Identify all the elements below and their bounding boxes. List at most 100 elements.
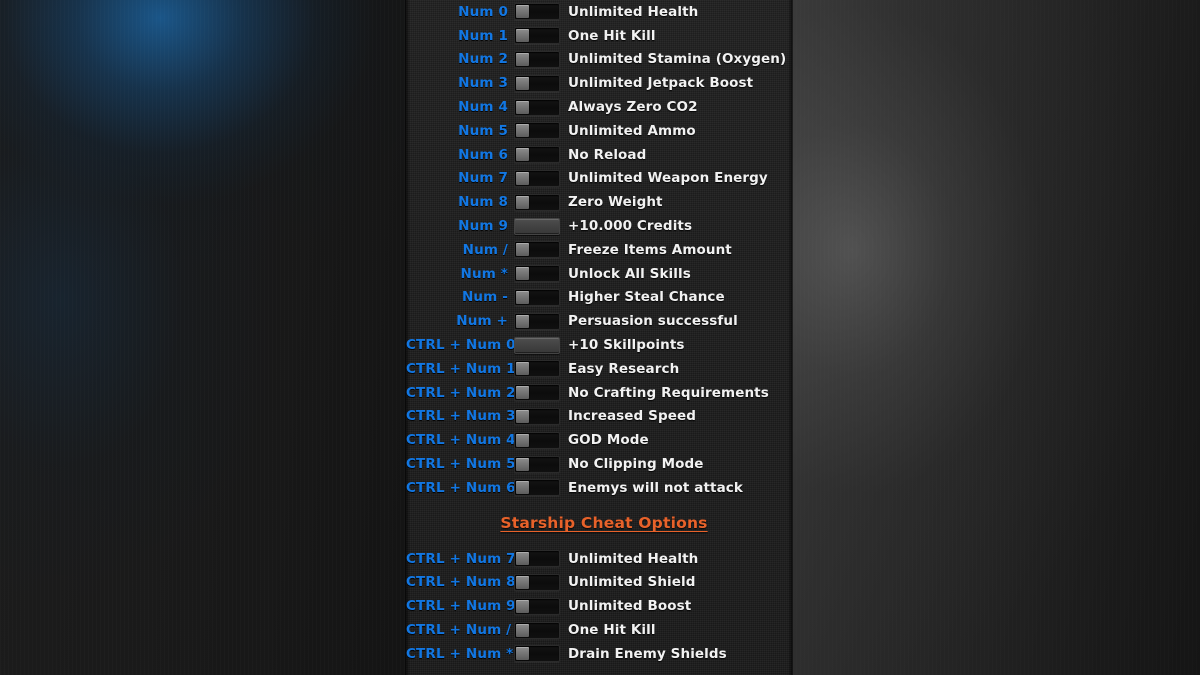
toggle-switch[interactable] (514, 312, 560, 330)
cheat-label: Persuasion successful (568, 313, 738, 330)
hotkey-label: CTRL + Num 8 (406, 574, 516, 591)
cheat-row[interactable]: Num 3 Unlimited Jetpack Boost (406, 71, 792, 95)
toggle-switch[interactable] (514, 288, 560, 306)
hotkey-label: Num * (460, 265, 508, 282)
cheat-control-slot (514, 288, 560, 306)
toggle-switch[interactable] (514, 265, 560, 283)
hotkey-label: CTRL + Num 5 (406, 456, 516, 473)
cheat-label: Enemys will not attack (568, 479, 743, 496)
cheat-label: No Reload (568, 146, 647, 163)
cheat-label: +10 Skillpoints (568, 337, 685, 354)
toggle-switch[interactable] (514, 98, 560, 116)
toggle-switch[interactable] (514, 360, 560, 378)
hotkey-label: Num 4 (458, 99, 508, 116)
toggle-switch[interactable] (514, 597, 560, 615)
cheat-row[interactable]: Num 2 Unlimited Stamina (Oxygen) (406, 48, 792, 72)
cheat-label: Unlimited Ammo (568, 122, 696, 139)
toggle-switch[interactable] (514, 50, 560, 68)
cheat-label: One Hit Kill (568, 27, 656, 44)
toggle-switch[interactable] (514, 431, 560, 449)
cheat-row[interactable]: Num 0 Unlimited Health (406, 0, 792, 24)
cheat-control-slot (514, 193, 560, 211)
hotkey-label: CTRL + Num 6 (406, 479, 516, 496)
cheat-control-slot (514, 479, 560, 497)
cheat-row[interactable]: Num - Higher Steal Chance (406, 286, 792, 310)
toggle-switch[interactable] (514, 573, 560, 591)
cheat-control-slot (514, 384, 560, 402)
toggle-switch[interactable] (514, 3, 560, 21)
cheat-control-slot (514, 265, 560, 283)
section-header: Starship Cheat Options (406, 500, 792, 547)
hotkey-label: CTRL + Num 4 (406, 432, 516, 449)
cheat-control-slot (514, 241, 560, 259)
cheat-row[interactable]: CTRL + Num 4 GOD Mode (406, 428, 792, 452)
cheat-row[interactable]: CTRL + Num 0 +10 Skillpoints (406, 333, 792, 357)
background-right-glow (792, 0, 1200, 675)
cheat-row[interactable]: CTRL + Num 3 Increased Speed (406, 405, 792, 429)
cheat-row[interactable]: CTRL + Num 8 Unlimited Shield (406, 571, 792, 595)
hotkey-label: CTRL + Num 9 (406, 598, 516, 615)
cheat-label: +10.000 Credits (568, 218, 693, 235)
screenshot-stage: Num 0 Unlimited Health Num 1 One Hit Kill Nu… (0, 0, 1200, 675)
cheat-row[interactable]: CTRL + Num 6 Enemys will not attack (406, 476, 792, 500)
toggle-switch[interactable] (514, 479, 560, 497)
cheat-label: GOD Mode (568, 432, 649, 449)
action-button[interactable] (514, 336, 560, 354)
cheat-row[interactable]: CTRL + Num 2 No Crafting Requirements (406, 381, 792, 405)
hotkey-label: Num / (462, 241, 508, 258)
hotkey-label: Num 0 (458, 3, 508, 20)
cheat-label: Unlimited Jetpack Boost (568, 75, 754, 92)
cheat-control-slot (514, 3, 560, 21)
cheat-row[interactable]: Num 5 Unlimited Ammo (406, 119, 792, 143)
cheat-row[interactable]: Num 6 No Reload (406, 143, 792, 167)
cheat-control-slot (514, 407, 560, 425)
cheat-label: Increased Speed (568, 408, 696, 425)
toggle-switch[interactable] (514, 384, 560, 402)
hotkey-label: Num 6 (458, 146, 508, 163)
toggle-switch[interactable] (514, 193, 560, 211)
cheat-row[interactable]: Num * Unlock All Skills (406, 262, 792, 286)
cheat-row[interactable]: CTRL + Num 5 No Clipping Mode (406, 452, 792, 476)
toggle-switch[interactable] (514, 122, 560, 140)
toggle-switch[interactable] (514, 407, 560, 425)
cheat-row[interactable]: CTRL + Num / One Hit Kill (406, 618, 792, 642)
cheat-control-slot (514, 550, 560, 568)
toggle-switch[interactable] (514, 455, 560, 473)
cheat-row[interactable]: CTRL + Num 9 Unlimited Boost (406, 594, 792, 618)
toggle-switch[interactable] (514, 645, 560, 663)
cheat-control-slot (514, 217, 560, 235)
toggle-switch[interactable] (514, 74, 560, 92)
hotkey-label: CTRL + Num 2 (406, 384, 516, 401)
action-button[interactable] (514, 217, 560, 235)
cheat-control-slot (514, 146, 560, 164)
cheat-label: Zero Weight (568, 194, 663, 211)
cheat-control-slot (514, 645, 560, 663)
cheat-control-slot (514, 597, 560, 615)
cheat-row[interactable]: Num 9 +10.000 Credits (406, 214, 792, 238)
cheat-row[interactable]: Num 7 Unlimited Weapon Energy (406, 167, 792, 191)
cheat-row[interactable]: Num 8 Zero Weight (406, 190, 792, 214)
cheat-row[interactable]: Num 1 One Hit Kill (406, 24, 792, 48)
cheat-options-list: Num 0 Unlimited Health Num 1 One Hit Kill Nu… (406, 0, 792, 666)
toggle-switch[interactable] (514, 169, 560, 187)
toggle-switch[interactable] (514, 241, 560, 259)
hotkey-label: Num 2 (458, 51, 508, 68)
toggle-switch[interactable] (514, 621, 560, 639)
hotkey-label: CTRL + Num 1 (406, 360, 516, 377)
hotkey-label: Num + (456, 313, 508, 330)
toggle-switch[interactable] (514, 146, 560, 164)
cheat-label: Freeze Items Amount (568, 241, 732, 258)
cheat-row[interactable]: CTRL + Num 7 Unlimited Health (406, 547, 792, 571)
background-left-glow (0, 0, 406, 675)
cheat-row[interactable]: Num / Freeze Items Amount (406, 238, 792, 262)
cheat-row[interactable]: Num 4 Always Zero CO2 (406, 95, 792, 119)
hotkey-label: Num 7 (458, 170, 508, 187)
toggle-switch[interactable] (514, 27, 560, 45)
cheat-row[interactable]: CTRL + Num 1 Easy Research (406, 357, 792, 381)
cheat-row[interactable]: Num + Persuasion successful (406, 309, 792, 333)
cheat-row[interactable]: CTRL + Num * Drain Enemy Shields (406, 642, 792, 666)
hotkey-label: CTRL + Num 7 (406, 550, 516, 567)
cheat-label: Unlimited Weapon Energy (568, 170, 768, 187)
toggle-switch[interactable] (514, 550, 560, 568)
cheat-label: Always Zero CO2 (568, 99, 698, 116)
